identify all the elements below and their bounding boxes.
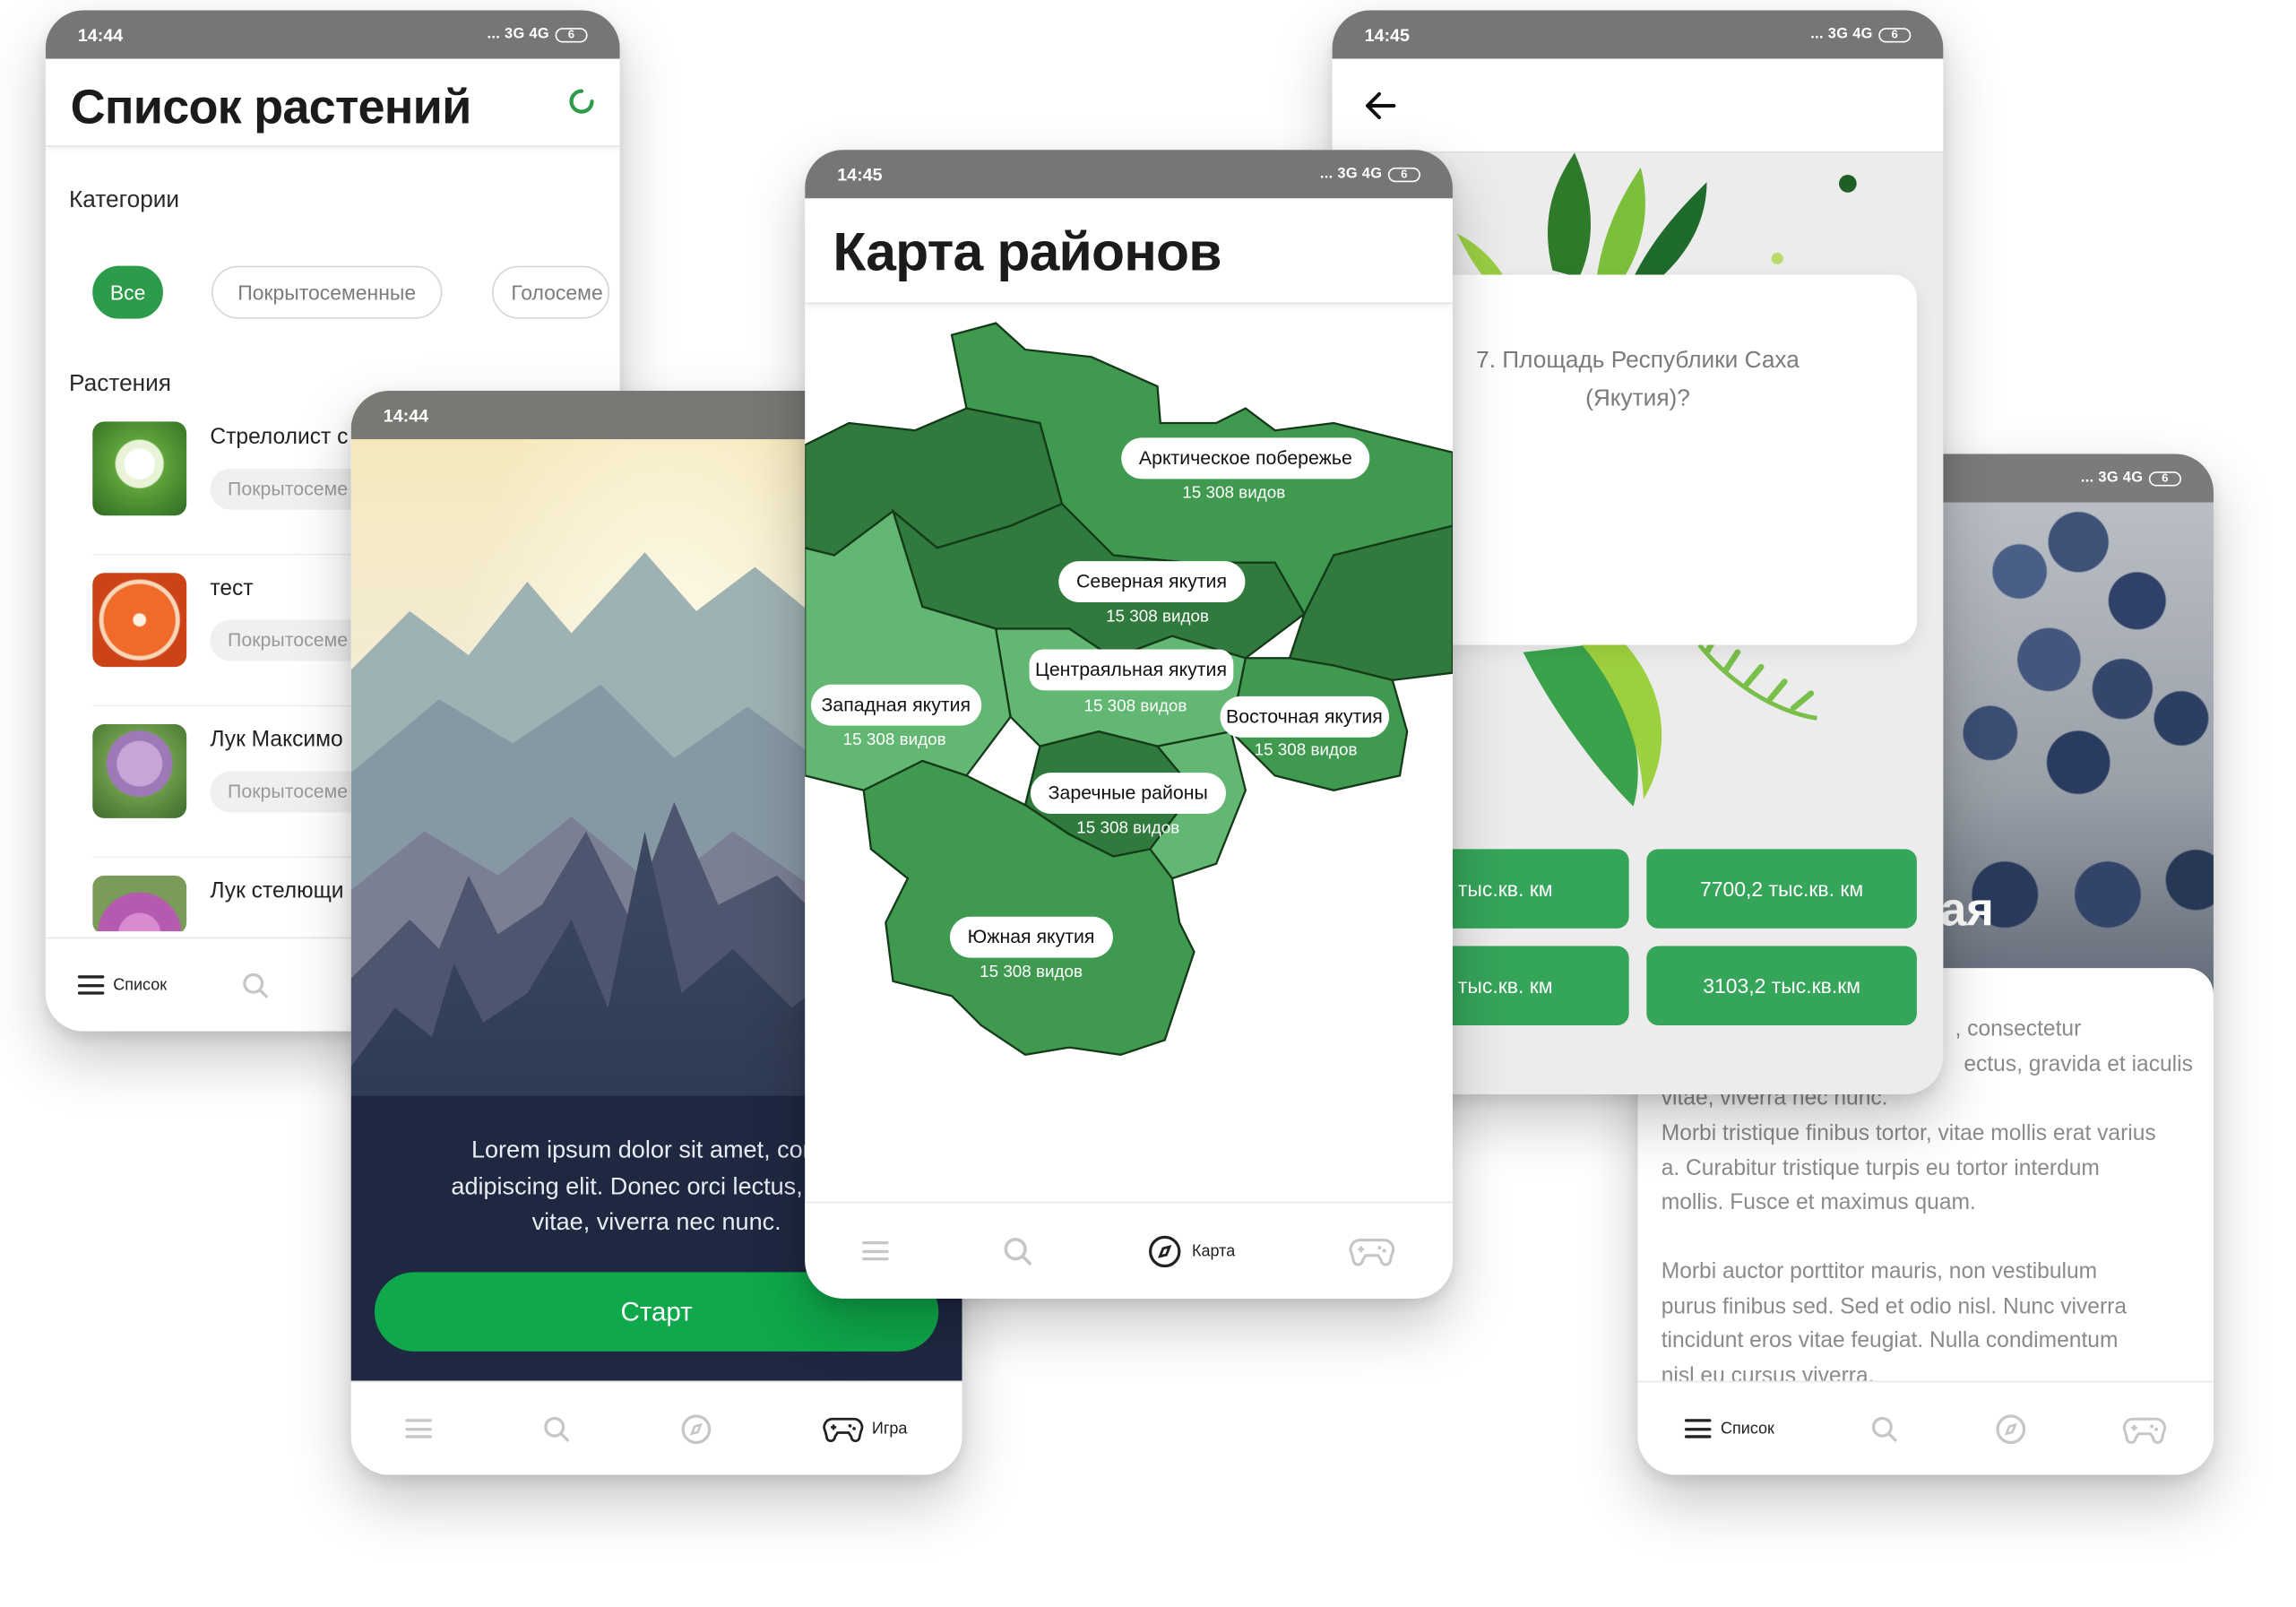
status-bar: 14:44 ... 3G 4G 6 xyxy=(45,10,620,59)
text-line: tincidunt eros vitae feugiat. Nulla cond… xyxy=(1661,1327,2119,1353)
status-bar: 14:45 ... 3G 4G 6 xyxy=(1332,10,1944,59)
chip-all[interactable]: Все xyxy=(92,265,163,319)
plant-name: Стрелолист с xyxy=(210,424,349,450)
page-title: Карта районов xyxy=(833,221,1221,282)
region-count: 15 308 видов xyxy=(1254,741,1358,760)
battery-icon: 6 xyxy=(555,27,588,42)
compass-icon xyxy=(1149,1234,1182,1267)
nav-game[interactable]: Игра xyxy=(822,1414,908,1443)
region-count: 15 308 видов xyxy=(1076,819,1180,838)
menu-icon[interactable] xyxy=(861,1240,889,1261)
compass-icon[interactable] xyxy=(1994,1413,2026,1445)
search-icon[interactable] xyxy=(240,971,270,1000)
bottom-nav: Карта xyxy=(805,1201,1453,1299)
nav-list-label: Список xyxy=(1720,1420,1774,1438)
region-count: 15 308 видов xyxy=(1083,697,1187,716)
text-line: a. Curabitur tristique turpis eu tortor … xyxy=(1661,1155,2100,1180)
text-line: Morbi auctor porttitor mauris, non vesti… xyxy=(1661,1258,2098,1284)
plant-photo xyxy=(92,421,187,516)
region-count: 15 308 видов xyxy=(980,963,1083,981)
text-line: Morbi tristique finibus tortor, vitae mo… xyxy=(1661,1120,2156,1146)
status-time: 14:45 xyxy=(1364,24,1410,45)
app-header: Карта районов xyxy=(805,198,1453,305)
signal-indicators: ... 3G 4G 6 xyxy=(488,27,588,43)
region-label[interactable]: Северная якутия xyxy=(1058,561,1245,602)
question-text: 7. Площадь Республики Саха (Якутия)? xyxy=(1476,348,1800,411)
showcase-canvas: 14:44 ... 3G 4G 6 Список растений Катего… xyxy=(0,0,2296,1607)
question-card: 7. Площадь Республики Саха (Якутия)? xyxy=(1417,274,1917,645)
bottom-nav: Список xyxy=(1637,1380,2214,1475)
region-count: 15 308 видов xyxy=(842,731,946,749)
plant-name: тест xyxy=(210,575,254,601)
signal-text: ... 3G 4G xyxy=(1319,166,1383,183)
region-count: 15 308 видов xyxy=(1182,484,1286,503)
plant-name: Лук Максимо xyxy=(210,727,343,753)
signal-text: ... 3G 4G xyxy=(487,26,549,43)
region-label[interactable]: Восточная якутия xyxy=(1220,696,1389,738)
status-bar: 14:45 ... 3G 4G 6 xyxy=(805,150,1453,199)
battery-icon: 6 xyxy=(1387,167,1420,182)
nav-map[interactable]: Карта xyxy=(1148,1233,1235,1268)
region-count: 15 308 видов xyxy=(1106,608,1209,626)
signal-indicators: ... 3G 4G 6 xyxy=(2080,470,2181,487)
nav-list[interactable]: Список xyxy=(77,975,168,995)
search-icon[interactable] xyxy=(1002,1235,1034,1267)
search-icon[interactable] xyxy=(541,1414,571,1444)
region-label[interactable]: Заречные районы xyxy=(1030,773,1226,815)
signal-text: ... 3G 4G xyxy=(1810,26,1873,43)
detail-title-fragment: ая xyxy=(1940,883,1994,937)
region-label[interactable]: Центраяльная якутия xyxy=(1029,649,1233,691)
answer-button[interactable]: 7700,2 тыс.кв. км xyxy=(1646,849,1917,929)
status-time: 14:45 xyxy=(837,163,883,185)
chip-gymnosperms[interactable]: Голосеме xyxy=(492,265,610,319)
back-arrow-icon[interactable] xyxy=(1365,91,1397,121)
region-label[interactable]: Западная якутия xyxy=(811,684,981,726)
nav-list-label: Список xyxy=(113,976,168,994)
region-label[interactable]: Южная якутия xyxy=(949,916,1113,958)
nav-list[interactable]: Список xyxy=(1685,1419,1774,1439)
paragraph-1: Morbi tristique finibus tortor, vitae mo… xyxy=(1662,1117,2205,1221)
search-icon[interactable] xyxy=(1869,1414,1899,1444)
signal-indicators: ... 3G 4G 6 xyxy=(1810,26,1912,43)
page-title: Список растений xyxy=(70,79,472,134)
plant-name: Лук стелющи xyxy=(210,878,344,903)
refresh-icon[interactable] xyxy=(567,87,597,117)
gamepad-icon xyxy=(822,1417,863,1443)
plant-photo xyxy=(92,875,187,932)
plant-photo xyxy=(92,724,187,818)
nav-map-label: Карта xyxy=(1191,1241,1236,1260)
text-line: mollis. Fusce et maximus quam. xyxy=(1661,1189,1976,1215)
gamepad-icon[interactable] xyxy=(2122,1414,2166,1444)
battery-icon: 6 xyxy=(1878,27,1912,42)
answer-button[interactable]: 3103,2 тыс.кв.км xyxy=(1646,946,1917,1026)
signal-indicators: ... 3G 4G 6 xyxy=(1320,166,1420,182)
plant-photo xyxy=(92,573,187,668)
menu-icon xyxy=(77,975,105,995)
app-header: Список растений xyxy=(45,59,620,147)
compass-icon[interactable] xyxy=(680,1413,712,1445)
status-time: 14:44 xyxy=(383,404,429,426)
menu-icon xyxy=(1685,1419,1713,1439)
text-line: purus finibus sed. Sed et odio nisl. Nun… xyxy=(1661,1293,2128,1319)
plants-heading: Растения xyxy=(69,371,171,397)
gamepad-icon[interactable] xyxy=(1349,1235,1395,1266)
categories-heading: Категории xyxy=(69,187,180,213)
bottom-nav: Игра xyxy=(350,1380,962,1475)
chip-angiosperms[interactable]: Покрытосеменные xyxy=(211,265,443,319)
phone-district-map: 14:45 ... 3G 4G 6 Карта районов Арктичес… xyxy=(805,150,1453,1299)
signal-text: ... 3G 4G xyxy=(2080,470,2144,487)
app-header xyxy=(1332,58,1944,153)
battery-icon: 6 xyxy=(2148,471,2181,486)
menu-icon[interactable] xyxy=(405,1419,433,1439)
paragraph-2: Morbi auctor porttitor mauris, non vesti… xyxy=(1662,1255,2205,1393)
region-label[interactable]: Арктическое побережье xyxy=(1121,437,1370,480)
status-time: 14:44 xyxy=(77,24,124,45)
nav-game-label: Игра xyxy=(871,1420,908,1438)
